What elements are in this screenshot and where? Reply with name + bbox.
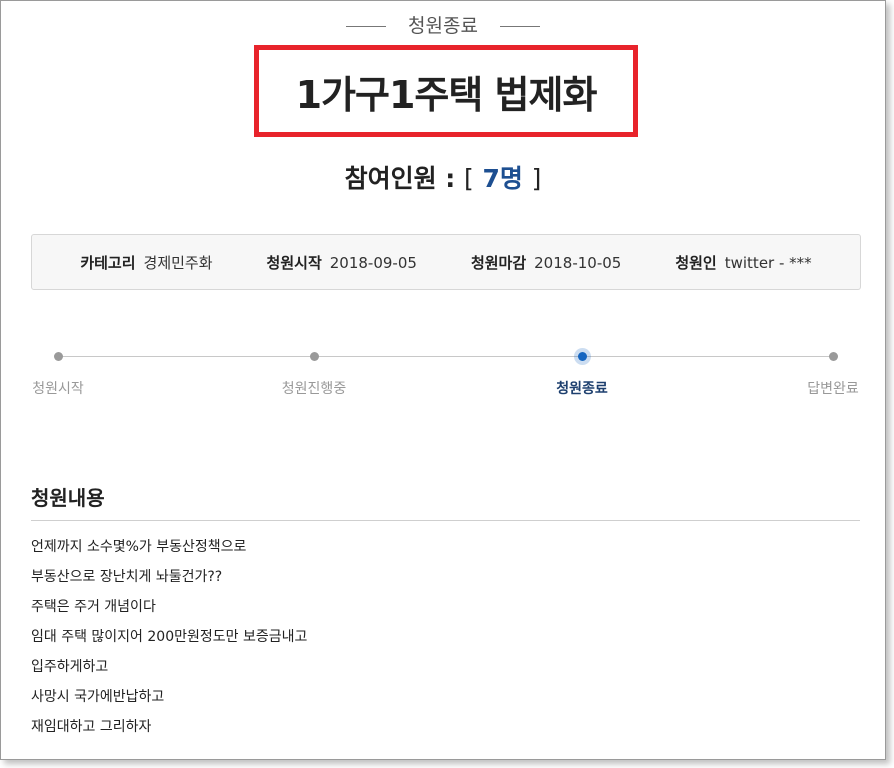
- title-highlight-box: 1가구1주택 법제화: [254, 45, 638, 137]
- petition-title: 1가구1주택 법제화: [295, 72, 598, 117]
- content-line: 부동산으로 장난치게 놔둘건가??: [31, 569, 223, 585]
- petition-content: 언제까지 소수몇%가 부동산정책으로 부동산으로 장난치게 놔둘건가?? 주택은…: [31, 534, 851, 744]
- section-divider: [31, 520, 860, 521]
- step-dot: [53, 352, 63, 361]
- content-line: 임대 주택 많이지어 200만원정도만 보증금내고: [31, 629, 308, 645]
- status-label: 청원종료: [408, 15, 478, 37]
- info-end-label: 청원마감: [470, 253, 527, 272]
- step-label: 청원진행중: [281, 381, 347, 397]
- step-label: 답변완료: [807, 381, 859, 397]
- info-category-label: 카테고리: [80, 253, 136, 272]
- section-title: 청원내용: [31, 486, 105, 510]
- participant-number: 7명: [482, 164, 523, 193]
- step-dot-active: [577, 352, 587, 361]
- info-author: 청원인 twitter - ***: [675, 252, 811, 273]
- step-label: 청원시작: [32, 381, 84, 397]
- content-line: 사망시 국가에반납하고: [31, 689, 165, 705]
- divider: [346, 26, 387, 27]
- status-header: 청원종료: [1, 13, 885, 39]
- step-dot: [828, 352, 838, 361]
- info-category-value: 경제민주화: [143, 253, 213, 272]
- progress-line: [58, 356, 834, 357]
- progress-tracker: 청원시작 청원진행중 청원종료 답변완료: [31, 341, 861, 401]
- step-dot: [309, 352, 319, 361]
- info-author-label: 청원인: [675, 253, 717, 272]
- petition-page: 청원종료 1가구1주택 법제화 참여인원 : [ 7명 ] 카테고리 경제민주화 …: [0, 0, 886, 760]
- info-end-value: 2018-10-05: [534, 253, 622, 272]
- info-end: 청원마감 2018-10-05: [471, 252, 621, 273]
- step-start: 청원시작: [3, 341, 113, 398]
- divider: [499, 26, 540, 27]
- participant-count: 참여인원 : [ 7명 ]: [1, 159, 885, 195]
- bracket-open: [: [464, 164, 474, 193]
- participant-label: 참여인원 :: [344, 164, 456, 193]
- info-start-value: 2018-09-05: [329, 253, 417, 272]
- step-label: 청원종료: [556, 381, 608, 397]
- step-closed: 청원종료: [527, 341, 637, 398]
- bracket-close: ]: [531, 164, 542, 193]
- info-start: 청원시작 2018-09-05: [267, 252, 417, 273]
- info-category: 카테고리 경제민주화: [80, 252, 212, 273]
- info-author-value: twitter - ***: [724, 253, 812, 272]
- content-line: 주택은 주거 개념이다: [31, 599, 156, 615]
- info-start-label: 청원시작: [266, 253, 322, 272]
- content-line: 언제까지 소수몇%가 부동산정책으로: [31, 539, 247, 555]
- step-in-progress: 청원진행중: [259, 341, 369, 398]
- content-line: 입주하게하고: [31, 659, 109, 675]
- content-line: 재임대하고 그리하자: [31, 719, 152, 735]
- step-answered: 답변완료: [778, 341, 888, 398]
- petition-info-box: 카테고리 경제민주화 청원시작 2018-09-05 청원마감 2018-10-05 …: [31, 234, 861, 290]
